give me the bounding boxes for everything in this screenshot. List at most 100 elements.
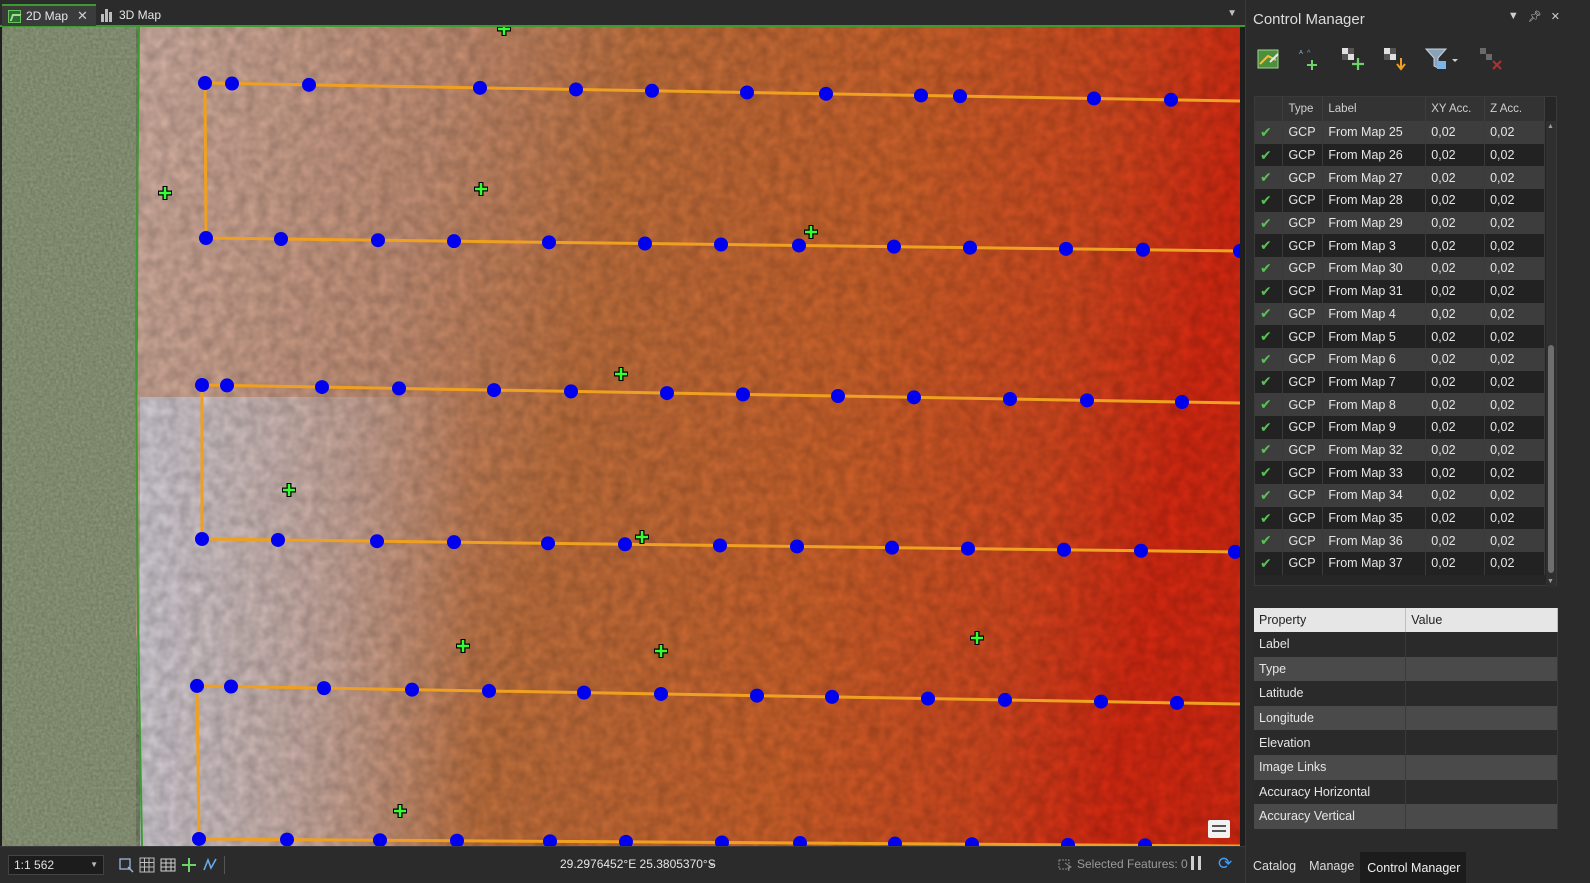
camera-point[interactable] [315,380,329,395]
property-value[interactable] [1405,656,1558,682]
row-status[interactable]: ✔ [1255,234,1284,258]
column-xy-acc[interactable]: XY Acc. [1425,97,1486,121]
column-label[interactable]: Label [1322,97,1427,121]
add-gcp-icon[interactable] [1340,46,1364,72]
camera-point[interactable] [224,679,238,694]
check-icon[interactable]: ✔ [1260,305,1272,321]
chevron-down-icon[interactable]: ⌄ [707,855,717,869]
camera-point[interactable] [819,86,833,101]
row-status[interactable]: ✔ [1255,552,1284,575]
snapping-icon[interactable] [181,857,197,873]
row-status[interactable]: ✔ [1255,189,1284,212]
property-row[interactable]: Label [1254,632,1558,657]
camera-point[interactable] [953,89,967,104]
camera-point[interactable] [740,85,754,100]
table-row[interactable]: ✔ GCP From Map 8 0,02 0,02 [1255,393,1545,416]
check-icon[interactable]: ✔ [1260,283,1272,299]
property-value[interactable] [1405,681,1558,706]
camera-point[interactable] [1087,91,1101,106]
pause-icon[interactable] [1190,856,1202,870]
camera-point[interactable] [371,233,385,248]
camera-point[interactable] [714,237,728,252]
camera-point[interactable] [1134,543,1148,558]
camera-point[interactable] [618,537,632,552]
camera-point[interactable] [907,390,921,405]
camera-point[interactable] [887,239,901,254]
property-row[interactable]: Image Links [1254,754,1558,780]
check-icon[interactable]: ✔ [1260,260,1272,276]
check-icon[interactable]: ✔ [1260,124,1272,140]
row-status[interactable]: ✔ [1255,484,1284,507]
camera-point[interactable] [790,539,804,554]
row-status[interactable]: ✔ [1255,438,1284,462]
camera-point[interactable] [914,88,928,103]
camera-point[interactable] [392,381,406,396]
table-row[interactable]: ✔ GCP From Map 3 0,02 0,02 [1255,234,1545,258]
table-row[interactable]: ✔ GCP From Map 5 0,02 0,02 [1255,325,1545,348]
camera-point[interactable] [998,692,1012,707]
check-icon[interactable]: ✔ [1260,419,1272,435]
column-z-acc[interactable]: Z Acc. [1484,97,1545,121]
camera-point[interactable] [195,378,209,392]
property-value[interactable] [1405,632,1558,657]
property-row[interactable]: Type [1254,656,1558,682]
property-value[interactable] [1405,804,1558,829]
camera-point[interactable] [473,80,487,95]
camera-point[interactable] [713,538,727,553]
pin-icon[interactable]: 📌︎ [1528,10,1542,23]
table-row[interactable]: ✔ GCP From Map 7 0,02 0,02 [1255,370,1545,394]
filter-icon[interactable] [1424,46,1460,72]
tab-3d-map[interactable]: 3D Map [94,4,169,26]
row-status[interactable]: ✔ [1255,211,1284,235]
scroll-up-icon[interactable]: ▲ [1547,123,1554,130]
camera-point[interactable] [660,386,674,401]
row-status[interactable]: ✔ [1255,393,1284,416]
column-type[interactable]: Type [1282,97,1324,121]
table-row[interactable]: ✔ GCP From Map 26 0,02 0,02 [1255,143,1545,167]
check-icon[interactable]: ✔ [1260,555,1272,571]
download-gcp-icon[interactable] [1382,46,1406,72]
camera-point[interactable] [220,378,234,393]
camera-point[interactable] [198,76,212,91]
camera-point[interactable] [271,532,285,547]
scrollbar-thumb[interactable] [1548,345,1554,573]
table-row[interactable]: ✔ GCP From Map 37 0,02 0,02 [1255,552,1545,575]
tab-overflow-icon[interactable]: ▼ [1227,8,1237,19]
row-status[interactable]: ✔ [1255,143,1284,167]
camera-point[interactable] [1170,695,1184,710]
camera-point[interactable] [1136,242,1150,257]
row-status[interactable]: ✔ [1255,257,1284,280]
control-points-table[interactable]: Type Label XY Acc. Z Acc. ✔ GCP From Map 2… [1254,96,1557,587]
camera-point[interactable] [1059,241,1073,256]
tab-catalog[interactable]: Catalog [1246,850,1302,883]
camera-point[interactable] [195,532,209,546]
table-row[interactable]: ✔ GCP From Map 27 0,02 0,02 [1255,166,1545,190]
camera-point[interactable] [482,683,496,698]
camera-point[interactable] [1080,393,1094,408]
property-value[interactable] [1405,779,1558,805]
scroll-down-icon[interactable]: ▼ [1547,578,1554,585]
refresh-icon[interactable]: ⟳ [1218,854,1232,874]
camera-point[interactable] [1094,694,1108,709]
property-value[interactable] [1405,730,1558,755]
table-row[interactable]: ✔ GCP From Map 6 0,02 0,02 [1255,347,1545,371]
property-row[interactable]: Longitude [1254,705,1558,731]
camera-point[interactable] [405,682,419,697]
check-icon[interactable]: ✔ [1260,215,1272,231]
property-row[interactable]: Latitude [1254,681,1558,706]
check-icon[interactable]: ✔ [1260,147,1272,163]
camera-point[interactable] [190,678,204,693]
column-status[interactable] [1255,97,1284,121]
check-icon[interactable]: ✔ [1260,328,1272,344]
camera-point[interactable] [885,540,899,555]
table-row[interactable]: ✔ GCP From Map 29 0,02 0,02 [1255,211,1545,235]
camera-point[interactable] [569,82,583,97]
table-row[interactable]: ✔ GCP From Map 33 0,02 0,02 [1255,461,1545,484]
table-row[interactable]: ✔ GCP From Map 31 0,02 0,02 [1255,279,1545,303]
row-status[interactable]: ✔ [1255,166,1284,190]
camera-point[interactable] [961,541,975,556]
scale-selector[interactable]: 1:1 562 ▼ [8,855,104,875]
table-row[interactable]: ✔ GCP From Map 36 0,02 0,02 [1255,529,1545,553]
camera-point[interactable] [370,534,384,549]
check-icon[interactable]: ✔ [1260,373,1272,389]
